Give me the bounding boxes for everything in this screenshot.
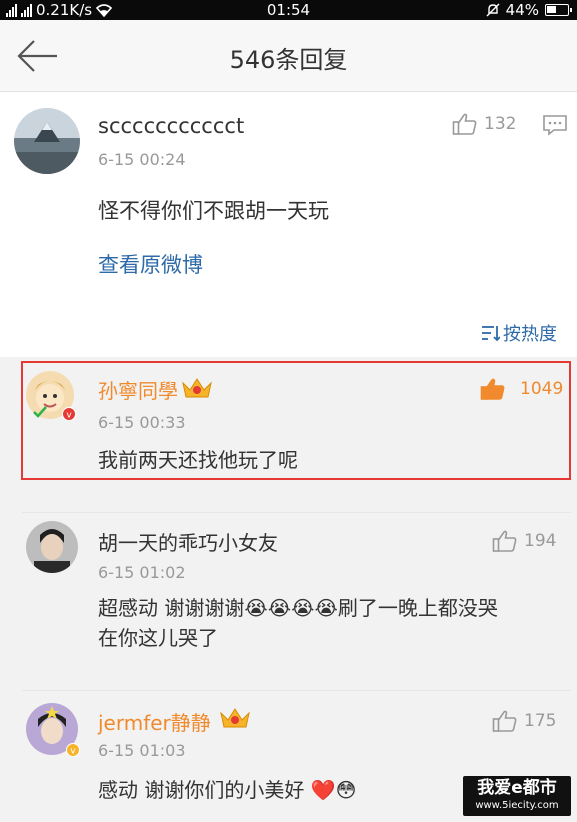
- view-original-weibo-link[interactable]: 查看原微博: [98, 250, 203, 280]
- like-button[interactable]: 194: [492, 529, 556, 553]
- reply-text: 感动 谢谢你们的小美好 ❤️😳: [98, 778, 357, 802]
- reply-time: 6-15 01:02: [98, 563, 186, 582]
- avatar[interactable]: [26, 521, 78, 573]
- reply-username[interactable]: jermfer静静: [98, 707, 211, 736]
- thumbs-up-icon: [492, 710, 517, 732]
- like-count: 194: [524, 531, 557, 551]
- comment-text: 怪不得你们不跟胡一天玩: [98, 199, 329, 223]
- svg-text:v: v: [70, 747, 76, 757]
- crown-vip-icon: [220, 708, 250, 728]
- watermark-line2: www.5iecity.com: [475, 800, 559, 811]
- watermark-line1: 我爱e都市: [477, 778, 557, 798]
- battery-percent: 44%: [505, 1, 539, 19]
- status-bar: 0.21K/s 01:54 44%: [0, 0, 577, 20]
- reply-username[interactable]: 胡一天的乖巧小女友: [98, 527, 278, 556]
- avatar[interactable]: [14, 108, 80, 174]
- site-watermark: 我爱e都市 www.5iecity.com: [463, 776, 571, 816]
- sort-icon: [482, 326, 500, 342]
- verified-badge-icon: v: [66, 743, 80, 757]
- sort-toggle[interactable]: 按热度: [480, 320, 557, 346]
- avatar-image: [26, 521, 78, 573]
- like-count: 132: [484, 114, 517, 134]
- reply-time: 6-15 01:03: [98, 741, 186, 760]
- comment-username[interactable]: sccccccccccct: [98, 114, 244, 138]
- comment-reply-button[interactable]: [542, 114, 568, 140]
- reply-item: 胡一天的乖巧小女友 6-15 01:02 超感动 谢谢谢谢😭😭😭😭刷了一晚上都没…: [22, 512, 571, 662]
- like-button[interactable]: 175: [492, 709, 556, 733]
- reply-text-line1: 超感动 谢谢谢谢😭😭😭😭刷了一晚上都没哭: [98, 596, 498, 620]
- status-right: 44%: [486, 1, 572, 19]
- thumbs-up-icon: [492, 530, 517, 552]
- like-button[interactable]: 132: [452, 112, 516, 136]
- main-comment: sccccccccccct 6-15 00:24 怪不得你们不跟胡一天玩 查看原…: [0, 92, 577, 357]
- battery-icon: [545, 4, 572, 16]
- reply-text-line2: 在你这儿哭了: [98, 626, 218, 650]
- like-count: 175: [524, 711, 557, 731]
- thumbs-up-icon: [452, 113, 477, 135]
- avatar-image: [14, 108, 80, 174]
- comment-icon: [543, 115, 567, 136]
- sort-label: 按热度: [503, 324, 557, 345]
- page-title: 546条回复: [229, 46, 348, 74]
- app-header: 546条回复: [0, 20, 577, 92]
- mute-bell-icon: [486, 3, 500, 17]
- comment-time: 6-15 00:24: [98, 150, 186, 169]
- highlight-box: [21, 361, 571, 480]
